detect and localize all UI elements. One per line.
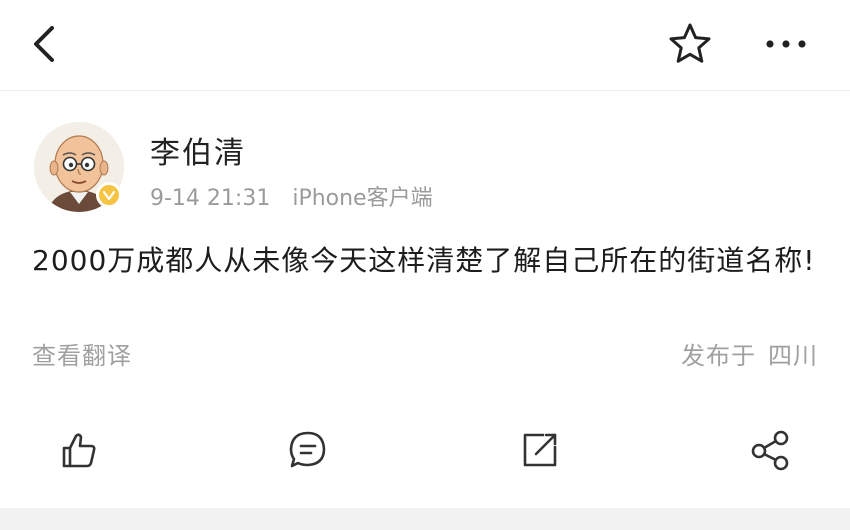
location-name: 四川 [768,342,818,370]
verified-check-icon [102,190,116,201]
published-prefix: 发布于 [681,342,756,370]
top-nav-bar [0,0,850,90]
more-horizontal-icon [766,40,806,48]
nav-divider [0,90,850,91]
bottom-separator [0,508,850,530]
comment-icon [289,431,326,468]
verified-badge [96,182,122,208]
chevron-left-icon [34,26,54,62]
repost-icon [523,433,557,467]
post-body-text: 2000万成都人从未像今天这样清楚了解自己所在的街道名称! [32,244,816,277]
share-icon [751,430,789,471]
favorite-button[interactable] [666,20,714,68]
author-name[interactable]: 李伯清 [150,128,246,172]
post-meta: 9-14 21:31 iPhone客户端 [150,180,433,212]
comment-button[interactable] [286,428,330,472]
star-outline-icon [669,23,711,63]
post-time: 9-14 21:31 [150,186,271,211]
thumbs-up-icon [62,433,96,468]
back-button[interactable] [26,22,66,66]
view-translation-link[interactable]: 查看翻译 [32,336,132,371]
more-options-button[interactable] [762,28,810,60]
repost-button[interactable] [518,428,562,472]
post-source: iPhone客户端 [292,186,433,211]
share-button[interactable] [748,428,792,472]
post-detail-page: 李伯清 9-14 21:31 iPhone客户端 2000万成都人从未像今天这样清… [0,0,850,530]
post-location: 发布于 四川 [681,336,818,371]
like-button[interactable] [56,428,100,472]
